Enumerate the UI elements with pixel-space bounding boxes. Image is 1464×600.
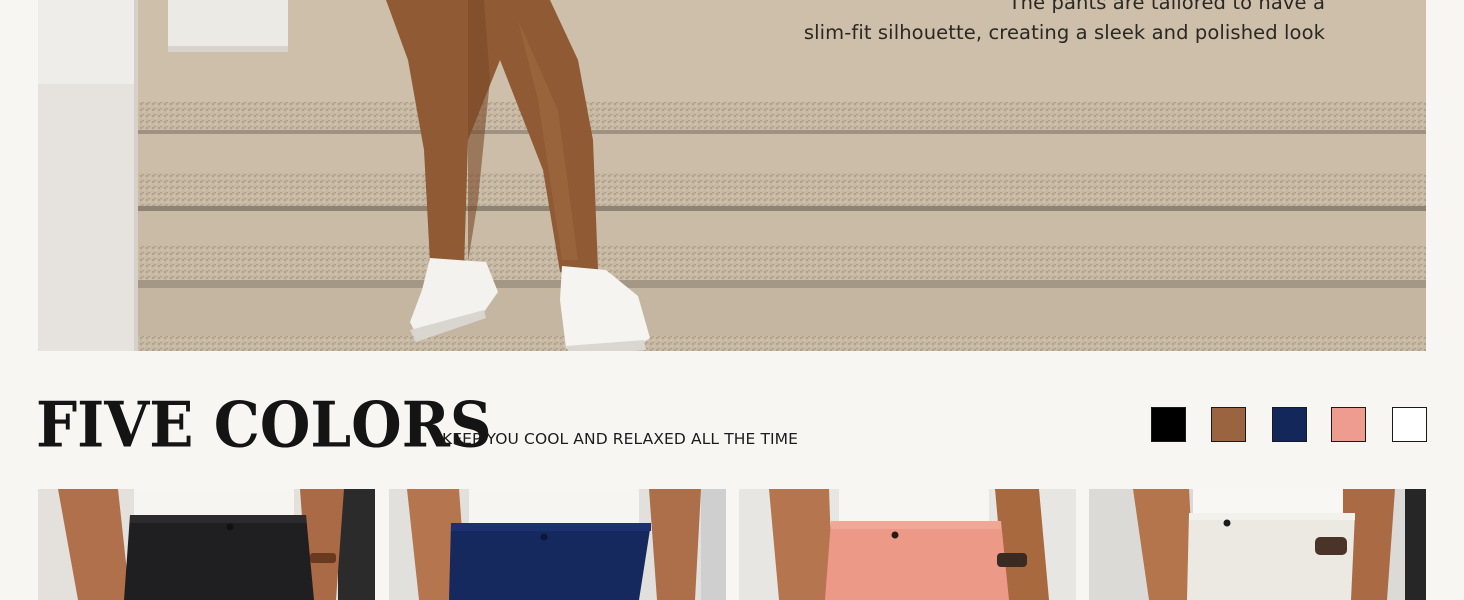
swatch-brown[interactable]: [1211, 407, 1246, 442]
product-photo-white: [1089, 489, 1426, 600]
hero-caption-line1: The pants are tailored to have a: [1008, 0, 1325, 14]
product-tile-black[interactable]: [38, 489, 375, 600]
product-tile-navy[interactable]: [389, 489, 726, 600]
hero-caption-line2: slim-fit silhouette, creating a sleek an…: [803, 21, 1325, 44]
product-photo-black: [38, 489, 375, 600]
product-tile-white[interactable]: [1089, 489, 1426, 600]
five-colors-title: FIVE COLORS: [36, 388, 492, 462]
hero-photo: [38, 0, 1426, 351]
hero-image: The pants are tailored to have a slim-fi…: [38, 0, 1426, 351]
swatch-white[interactable]: [1392, 407, 1427, 442]
product-tile-pink[interactable]: [739, 489, 1076, 600]
product-photo-navy: [389, 489, 726, 600]
product-photo-pink: [739, 489, 1076, 600]
swatch-pink[interactable]: [1331, 407, 1366, 442]
five-colors-subtitle: KEEP YOU COOL AND RELAXED ALL THE TIME: [442, 430, 799, 448]
swatch-black[interactable]: [1151, 407, 1186, 442]
hero-caption: The pants are tailored to have a slim-fi…: [804, 0, 1325, 48]
swatch-navy[interactable]: [1272, 407, 1307, 442]
